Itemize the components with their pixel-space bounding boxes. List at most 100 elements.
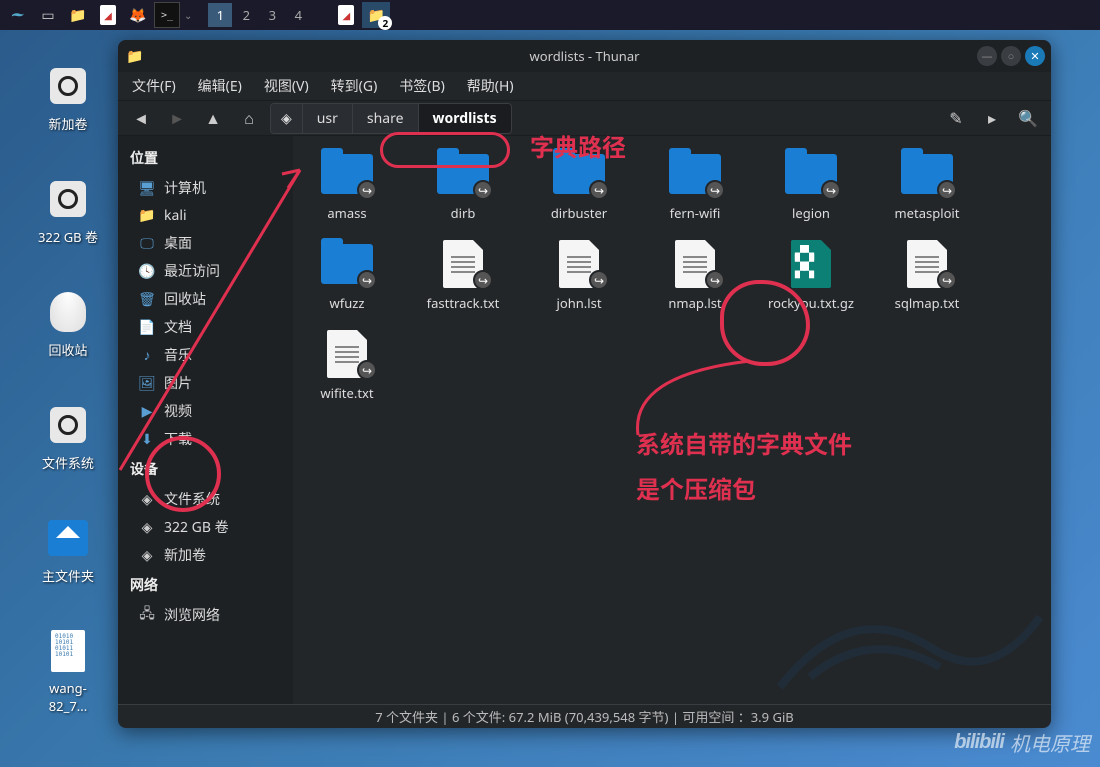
file-john.lst[interactable]: ↪john.lst xyxy=(535,240,623,312)
app-icon[interactable]: ▭ xyxy=(34,2,62,28)
menu-edit[interactable]: 编辑(E) xyxy=(192,74,248,98)
doc-icon[interactable]: ◢ xyxy=(94,2,122,28)
desktop-label: 回收站 xyxy=(48,340,87,359)
desktop-icon-volume2[interactable]: 322 GB 卷 xyxy=(30,175,106,246)
sidebar-item-label: 音乐 xyxy=(164,345,192,365)
sidebar-item-322 GB 卷[interactable]: ◈ 322 GB 卷 xyxy=(118,513,293,541)
sidebar-item-回收站[interactable]: 🗑回收站 xyxy=(118,285,293,313)
workspace-4[interactable]: 4 xyxy=(286,3,310,27)
file-sqlmap.txt[interactable]: ↪sqlmap.txt xyxy=(883,240,971,312)
chevron-down-icon[interactable]: ⌄ xyxy=(184,8,192,22)
archive-icon: ▞▚▚▞▞▚ xyxy=(783,240,839,288)
sidebar-item-文档[interactable]: 📄文档 xyxy=(118,313,293,341)
desktop-icon-home[interactable]: 主文件夹 xyxy=(30,514,106,585)
folder-link-icon: ↪ xyxy=(899,150,955,198)
path-usr[interactable]: usr xyxy=(303,104,353,133)
path-wordlists[interactable]: wordlists xyxy=(419,104,511,133)
desktop-icon-filesystem[interactable]: 文件系统 xyxy=(30,401,106,472)
menu-bookmarks[interactable]: 书签(B) xyxy=(393,74,451,98)
folder-link-icon: ↪ xyxy=(435,150,491,198)
file-dirbuster[interactable]: ↪dirbuster xyxy=(535,150,623,222)
disk-icon: ◈ xyxy=(138,490,156,508)
forward-button[interactable]: ► xyxy=(162,103,192,133)
file-label: fern-wifi xyxy=(670,204,721,222)
edit-path-button[interactable]: ✎ xyxy=(941,103,971,133)
task-doc-icon[interactable]: ◢ xyxy=(332,2,360,28)
path-share[interactable]: share xyxy=(353,104,419,133)
search-icon[interactable]: 🔍 xyxy=(1013,103,1043,133)
desktop-icon: 🖵 xyxy=(138,234,156,252)
sidebar-item-下载[interactable]: ⬇下载 xyxy=(118,425,293,453)
sidebar-item-label: 计算机 xyxy=(164,178,206,198)
file-nmap.lst[interactable]: ↪nmap.lst xyxy=(651,240,739,312)
file-label: rockyou.txt.gz xyxy=(768,294,854,312)
terminal-icon[interactable]: >_ xyxy=(154,2,180,28)
file-wfuzz[interactable]: ↪wfuzz xyxy=(303,240,391,312)
sidebar-item-浏览网络[interactable]: 🖧浏览网络 xyxy=(118,601,293,629)
watermark-text: 机电原理 xyxy=(1010,728,1090,757)
sidebar-item-图片[interactable]: 🖼图片 xyxy=(118,369,293,397)
text-link-icon: ↪ xyxy=(667,240,723,288)
workspace-1[interactable]: 1 xyxy=(208,3,232,27)
file-label: metasploit xyxy=(895,204,960,222)
sidebar-item-label: 桌面 xyxy=(164,233,192,253)
task-thunar-icon[interactable]: 📁2 xyxy=(362,2,390,28)
workspace-3[interactable]: 3 xyxy=(260,3,284,27)
files-icon[interactable]: 📁 xyxy=(64,2,92,28)
watermark: bilibili 机电原理 xyxy=(954,728,1090,757)
file-metasploit[interactable]: ↪ metasploit xyxy=(883,150,971,222)
sidebar-item-音乐[interactable]: ♪ 音乐 xyxy=(118,341,293,369)
sidebar-item-文件系统[interactable]: ◈ 文件系统 xyxy=(118,485,293,513)
desktop-icon-trash[interactable]: 回收站 xyxy=(30,288,106,359)
sidebar-heading: 设备 xyxy=(118,453,293,485)
sidebar: 位置🖥计算机📁kali 🖵 桌面 🕓最近访问🗑回收站📄文档 ♪ 音乐 🖼图片▶视频⬇下载设备… xyxy=(118,136,293,704)
sidebar-item-视频[interactable]: ▶视频 xyxy=(118,397,293,425)
sidebar-item-最近访问[interactable]: 🕓最近访问 xyxy=(118,257,293,285)
file-label: wifite.txt xyxy=(320,384,373,402)
badge-count: 2 xyxy=(378,16,392,30)
desktop-icon-wang[interactable]: 01010101010101110101 wang-82_7... xyxy=(30,627,106,715)
desktop-icon-volume1[interactable]: 新加卷 xyxy=(30,62,106,133)
music-icon: ♪ xyxy=(138,346,156,364)
sidebar-item-label: 322 GB 卷 xyxy=(164,517,229,537)
maximize-button[interactable]: ○ xyxy=(1001,46,1021,66)
titlebar[interactable]: 📁 wordlists - Thunar — ○ ✕ xyxy=(118,40,1051,72)
close-button[interactable]: ✕ xyxy=(1025,46,1045,66)
file-wifite.txt[interactable]: ↪wifite.txt xyxy=(303,330,391,402)
sidebar-heading: 位置 xyxy=(118,142,293,174)
up-button[interactable]: ▲ xyxy=(198,103,228,133)
firefox-icon[interactable]: 🦊 xyxy=(124,2,152,28)
desktop-label: 新加卷 xyxy=(48,114,87,133)
taskbar: ▭ 📁 ◢ 🦊 >_ ⌄ 1 2 3 4 ◢ 📁2 xyxy=(0,0,1100,30)
breadcrumb: ◈ usr share wordlists xyxy=(270,103,512,134)
sidebar-item-label: 下载 xyxy=(164,429,192,449)
workspace-2[interactable]: 2 xyxy=(234,3,258,27)
chevron-right-icon[interactable]: ▸ xyxy=(977,103,1007,133)
file-fern-wifi[interactable]: ↪fern-wifi xyxy=(651,150,739,222)
root-icon[interactable]: ◈ xyxy=(271,104,303,133)
home-button[interactable]: ⌂ xyxy=(234,103,264,133)
sidebar-item-桌面[interactable]: 🖵 桌面 xyxy=(118,229,293,257)
sidebar-item-kali[interactable]: 📁kali xyxy=(118,202,293,229)
sidebar-heading: 网络 xyxy=(118,569,293,601)
disk-icon: ◈ xyxy=(138,518,156,536)
sidebar-item-计算机[interactable]: 🖥计算机 xyxy=(118,174,293,202)
sidebar-item-新加卷[interactable]: ◈新加卷 xyxy=(118,541,293,569)
back-button[interactable]: ◄ xyxy=(126,103,156,133)
kali-menu-icon[interactable] xyxy=(4,2,32,28)
file-legion[interactable]: ↪legion xyxy=(767,150,855,222)
file-dirb[interactable]: ↪dirb xyxy=(419,150,507,222)
file-amass[interactable]: ↪amass xyxy=(303,150,391,222)
minimize-button[interactable]: — xyxy=(977,46,997,66)
sidebar-item-label: 文件系统 xyxy=(164,489,220,509)
folder-link-icon: ↪ xyxy=(319,150,375,198)
folder-icon: 📁 xyxy=(138,207,156,225)
menu-view[interactable]: 视图(V) xyxy=(258,74,315,98)
sidebar-item-label: 最近访问 xyxy=(164,261,220,281)
file-fasttrack.txt[interactable]: ↪fasttrack.txt xyxy=(419,240,507,312)
menu-help[interactable]: 帮助(H) xyxy=(461,74,520,98)
menu-file[interactable]: 文件(F) xyxy=(126,74,182,98)
text-link-icon: ↪ xyxy=(435,240,491,288)
menu-go[interactable]: 转到(G) xyxy=(325,74,384,98)
file-rockyou.txt.gz[interactable]: ▞▚▚▞▞▚ rockyou.txt.gz xyxy=(767,240,855,312)
